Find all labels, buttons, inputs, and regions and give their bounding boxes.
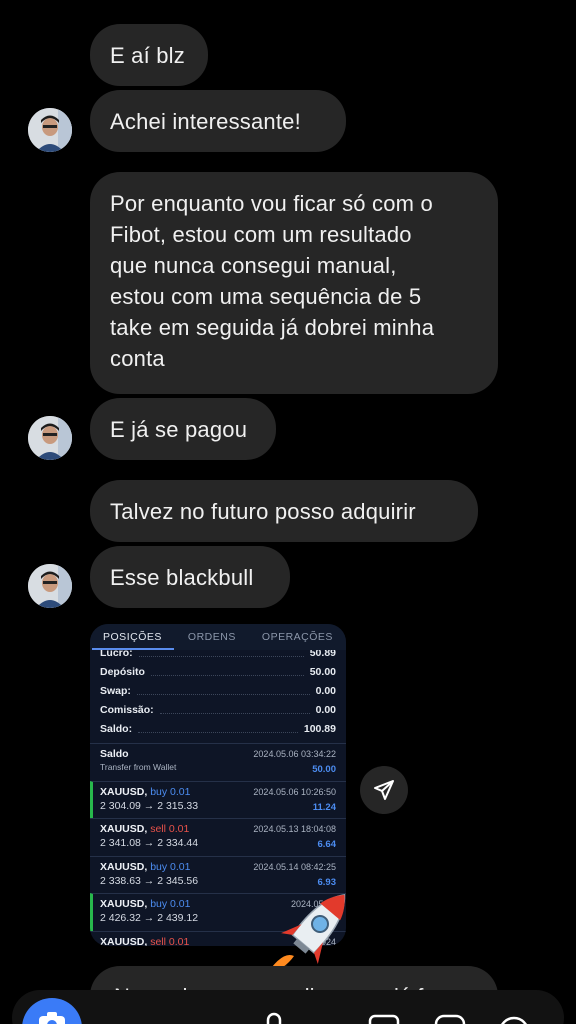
microphone-icon[interactable]	[256, 1010, 292, 1024]
summary-row: Saldo: 100.89	[100, 719, 336, 738]
trade-date: 2024.05.14 08:42:25	[253, 861, 336, 872]
balance-date: 2024.05.06 03:34:22	[253, 749, 336, 759]
image-icon[interactable]	[366, 1010, 402, 1024]
avatar-photo	[28, 564, 72, 608]
message-bubble[interactable]: E aí blz	[90, 24, 208, 86]
trade-symbol: XAUUSD,	[100, 898, 148, 910]
trade-profit: 11.24	[312, 801, 336, 813]
message-bubble[interactable]: Esse blackbull	[90, 546, 290, 608]
message-bubble[interactable]: Talvez no futuro posso adquirir	[90, 480, 478, 542]
trade-symbol: XAUUSD,	[100, 823, 148, 835]
summary-label: Comissão:	[100, 703, 154, 716]
summary-label: Depósito	[100, 665, 145, 678]
trade-side: sell 0.01	[150, 823, 190, 835]
camera-icon	[39, 1012, 65, 1024]
message-bubble[interactable]: E já se pagou	[90, 398, 276, 460]
share-icon	[374, 780, 394, 800]
tab-positions: POSIÇÕES	[103, 631, 162, 643]
trade-profit: 6.64	[317, 839, 337, 850]
trade-side: sell 0.01	[150, 935, 190, 947]
summary-value: 0.00	[315, 703, 336, 716]
summary-value: 100.89	[303, 722, 336, 735]
trade-row: XAUUSD, sell 0.01 2 341.08 → 2 334.44 20…	[90, 818, 346, 856]
share-button[interactable]	[360, 766, 408, 814]
avatar[interactable]	[28, 564, 72, 608]
balance-subtitle: Transfer from Wallet	[100, 762, 177, 772]
summary-label: Swap:	[100, 684, 131, 697]
avatar[interactable]	[28, 416, 72, 460]
plus-icon[interactable]	[496, 1010, 532, 1024]
account-summary: Lucro: 50.89 Depósito 50.00 Swap: 0.00 Comi…	[90, 643, 346, 738]
message-bubble[interactable]: Achei interessante!	[90, 90, 346, 152]
trade-row: XAUUSD, buy 0.01 2 304.09 → 2 315.33 202…	[90, 780, 346, 818]
tab-orders: ORDENS	[187, 631, 236, 643]
tab-operations: OPERAÇÕES	[261, 631, 333, 643]
avatar-photo	[28, 416, 72, 460]
summary-value: 0.00	[315, 684, 336, 697]
summary-value: 50.00	[309, 665, 336, 678]
trade-date: 2024.05.13 18:04:08	[253, 824, 336, 834]
avatar[interactable]	[28, 108, 72, 152]
trade-side: buy 0.01	[150, 860, 191, 873]
summary-row: Depósito 50.00	[100, 662, 336, 681]
summary-label: Saldo:	[100, 722, 133, 735]
trade-prices: 2 304.09 → 2 315.33	[100, 799, 199, 812]
trade-prices: 2 341.08 → 2 334.44	[100, 837, 199, 849]
summary-row: Comissão: 0.00	[100, 700, 336, 719]
avatar-photo	[28, 108, 72, 152]
trade-date: 2024.05.06 10:26:50	[253, 786, 336, 797]
summary-row: Swap: 0.00	[100, 681, 336, 700]
sticker-icon[interactable]	[432, 1010, 468, 1024]
trade-symbol: XAUUSD,	[100, 860, 148, 873]
trading-tabs: POSIÇÕES ORDENS OPERAÇÕES	[90, 624, 346, 650]
trade-side: buy 0.01	[150, 785, 191, 798]
balance-row: Saldo Transfer from Wallet 2024.05.06 03…	[90, 743, 346, 781]
message-bubble[interactable]: Por enquanto vou ficar só com o Fibot, e…	[90, 172, 498, 394]
active-tab-indicator	[92, 648, 174, 650]
trade-symbol: XAUUSD,	[100, 935, 148, 947]
trade-symbol: XAUUSD,	[100, 785, 148, 798]
balance-amount: 50.00	[312, 764, 336, 775]
trade-side: buy 0.01	[150, 898, 191, 910]
